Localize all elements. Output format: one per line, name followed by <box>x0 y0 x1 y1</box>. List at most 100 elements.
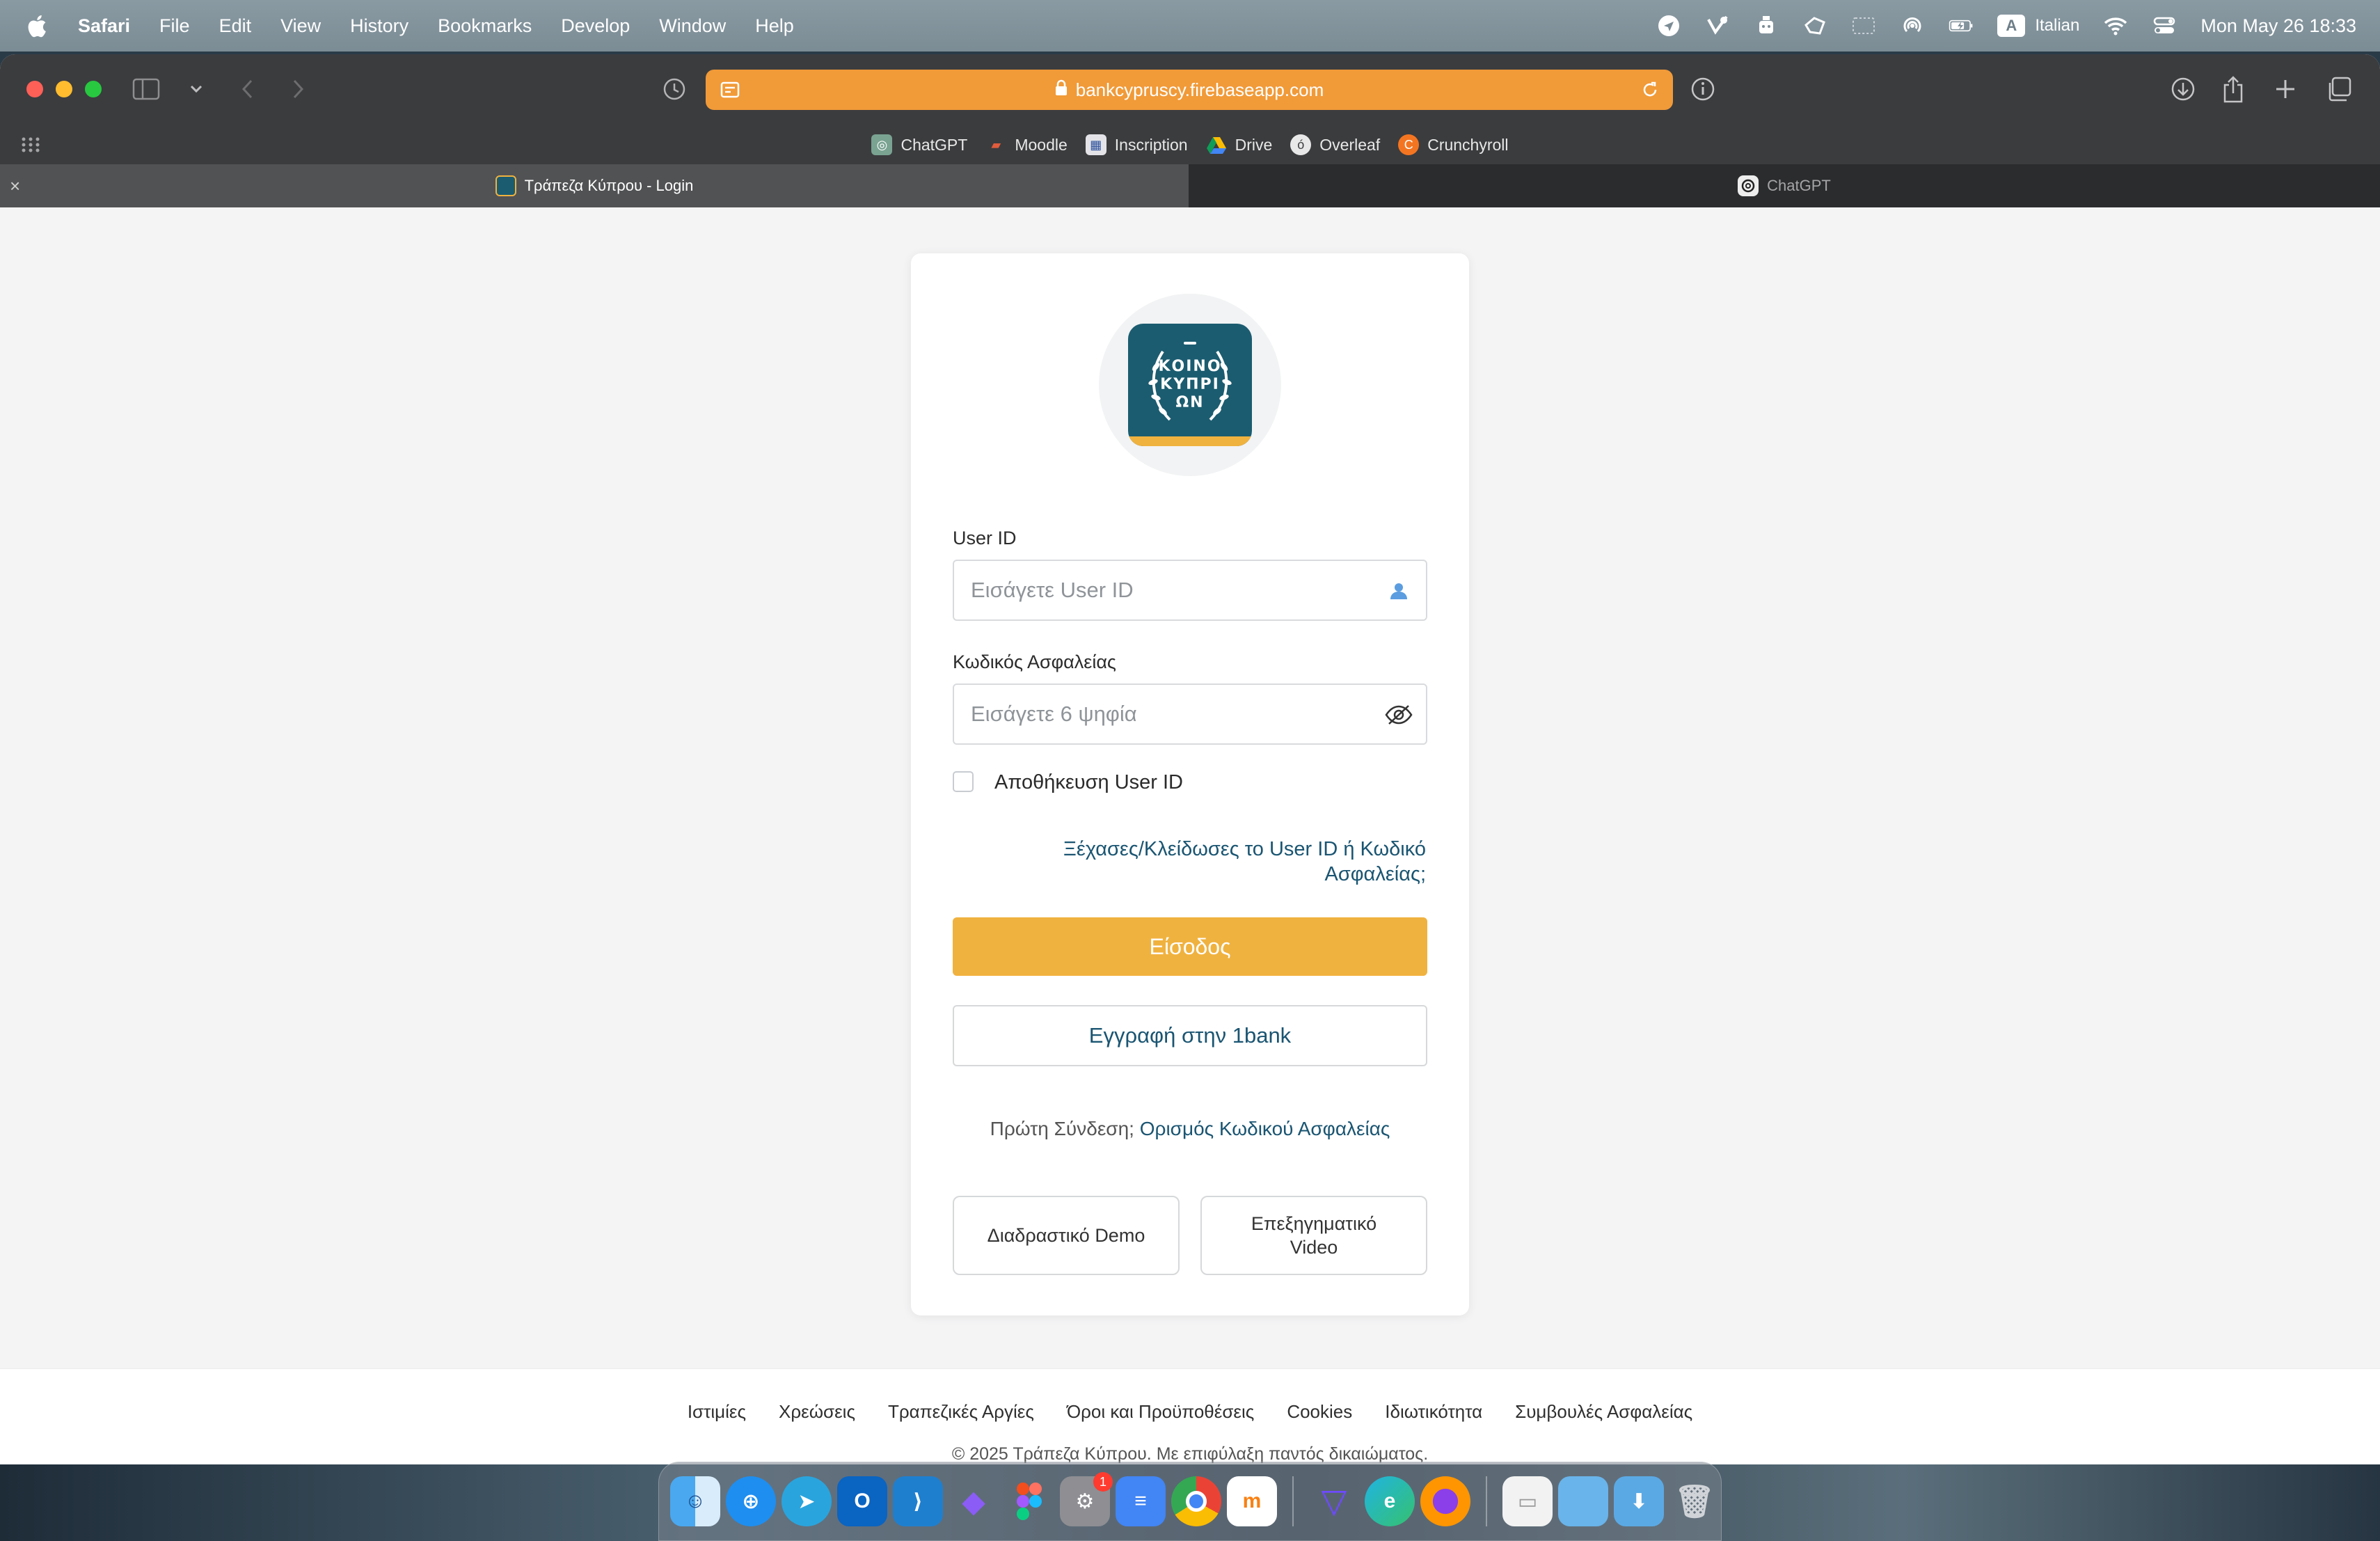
footer-link-bank-holidays[interactable]: Τραπεζικές Αργίες <box>888 1401 1034 1423</box>
battery-icon[interactable] <box>1949 13 1974 38</box>
tab-bar: × Τράπεζα Κύπρου - Login ChatGPT <box>0 164 2380 207</box>
wifi-icon[interactable] <box>2103 13 2128 38</box>
chevron-down-icon[interactable] <box>189 74 203 104</box>
tab-title: ChatGPT <box>1767 177 1831 194</box>
trash-icon[interactable]: 🗑 <box>1669 1476 1720 1526</box>
lock-icon <box>1055 79 1068 101</box>
close-tab-icon[interactable]: × <box>10 177 20 195</box>
safari-window: bankcypruscy.firebaseapp.com ◎ ChatGPT ▰… <box>0 54 2380 1464</box>
hand-icon[interactable] <box>1802 13 1827 38</box>
folder-icon[interactable] <box>1558 1476 1608 1526</box>
system-settings-icon[interactable]: ⚙ 1 <box>1060 1472 1113 1526</box>
menu-edit[interactable]: Edit <box>219 15 252 37</box>
chrome-icon[interactable] <box>1171 1476 1221 1526</box>
favorite-drive[interactable]: Drive <box>1206 134 1273 155</box>
footer-link-terms[interactable]: Όροι και Προϋποθέσεις <box>1067 1401 1254 1423</box>
minimize-window-button[interactable] <box>56 81 72 97</box>
menu-develop[interactable]: Develop <box>561 15 630 37</box>
interactive-demo-button[interactable]: Διαδραστικό Demo <box>953 1196 1180 1275</box>
login-button[interactable]: Είσοδος <box>953 917 1427 976</box>
robot-icon[interactable] <box>1754 13 1779 38</box>
moodle-app-icon[interactable]: m <box>1227 1476 1277 1526</box>
share-icon[interactable] <box>2221 74 2245 104</box>
footer-link-cookies[interactable]: Cookies <box>1287 1401 1352 1423</box>
set-security-code-link[interactable]: Ορισμός Κωδικού Ασφαλείας <box>1140 1118 1390 1139</box>
tab-chatgpt[interactable]: ChatGPT <box>1189 164 2380 207</box>
info-icon[interactable] <box>1690 74 1716 104</box>
menu-bookmarks[interactable]: Bookmarks <box>438 15 532 37</box>
safari-icon[interactable]: ⊕ <box>726 1476 776 1526</box>
vscode-icon[interactable]: ⟩ <box>893 1476 943 1526</box>
favorite-label: Moodle <box>1015 135 1068 154</box>
proton-vpn-icon[interactable]: ▽ <box>1309 1476 1359 1526</box>
grid-icon[interactable] <box>21 136 40 157</box>
menu-app-name[interactable]: Safari <box>78 15 130 37</box>
document-file-icon[interactable]: ▭ <box>1502 1476 1553 1526</box>
new-tab-plus-icon[interactable] <box>2274 74 2296 104</box>
fullscreen-window-button[interactable] <box>85 81 102 97</box>
menu-file[interactable]: File <box>159 15 190 37</box>
footer-link-privacy[interactable]: Ιδιωτικότητα <box>1385 1401 1482 1423</box>
tab-bank-login[interactable]: × Τράπεζα Κύπρου - Login <box>0 164 1189 207</box>
history-clock-icon[interactable] <box>661 74 688 104</box>
password-input[interactable] <box>954 702 1372 727</box>
finder-icon[interactable]: ☺ <box>670 1476 720 1526</box>
outlook-icon[interactable]: O <box>837 1476 887 1526</box>
remember-user-id-label[interactable]: Αποθήκευση User ID <box>994 771 1183 794</box>
user-id-field[interactable] <box>953 560 1427 621</box>
firefox-icon[interactable] <box>1420 1476 1470 1526</box>
page-footer: Ιστιμίες Χρεώσεις Τραπεζικές Αργίες Όροι… <box>0 1368 2380 1464</box>
favorite-moodle[interactable]: ▰ Moodle <box>985 134 1068 155</box>
forward-arrow-icon[interactable] <box>291 74 305 104</box>
dock-separator <box>1292 1476 1294 1526</box>
chatgpt-icon <box>1738 175 1759 196</box>
forgot-credentials-link[interactable]: Ξέχασες/Κλείδωσες το User ID ή Κωδικό Ασ… <box>994 837 1426 887</box>
apple-icon[interactable] <box>26 14 47 38</box>
browser-toolbar: bankcypruscy.firebaseapp.com <box>0 54 2380 125</box>
user-id-input[interactable] <box>954 578 1372 603</box>
control-center-icon[interactable] <box>2152 13 2177 38</box>
menubar-clock[interactable]: Mon May 26 18:33 <box>2200 15 2356 37</box>
footer-link-security-tips[interactable]: Συμβουλές Ασφαλείας <box>1515 1401 1692 1423</box>
menu-window[interactable]: Window <box>659 15 726 37</box>
location-arrow-icon[interactable] <box>1656 13 1681 38</box>
eye-slash-icon[interactable] <box>1384 700 1413 729</box>
telegram-icon[interactable]: ➤ <box>782 1476 832 1526</box>
favorite-chatgpt[interactable]: ◎ ChatGPT <box>871 134 967 155</box>
back-arrow-icon[interactable] <box>241 74 255 104</box>
favorite-label: Drive <box>1235 135 1273 154</box>
first-login-row: Πρώτη Σύνδεση; Ορισμός Κωδικού Ασφαλείας <box>911 1118 1469 1140</box>
window-outline-icon[interactable] <box>1851 13 1876 38</box>
bank-logo-emblem: ΚΟΙΝΟ ΚΥΠΡΙ ΩΝ <box>1128 324 1252 446</box>
explainer-video-button[interactable]: Επεξηγηματικό Video <box>1200 1196 1427 1275</box>
input-source-badge: A <box>1997 15 2026 37</box>
reload-icon[interactable] <box>1640 79 1660 105</box>
figma-icon[interactable] <box>1004 1476 1054 1526</box>
menu-help[interactable]: Help <box>755 15 794 37</box>
favorite-label: Overleaf <box>1319 135 1381 154</box>
favorite-inscription[interactable]: ▦ Inscription <box>1085 134 1188 155</box>
checkmark-shield-icon[interactable] <box>1705 13 1730 38</box>
tab-overview-icon[interactable] <box>2326 74 2352 104</box>
footer-link-rates[interactable]: Ιστιμίες <box>688 1401 746 1423</box>
sidebar-toggle-icon[interactable] <box>132 74 160 104</box>
downloads-folder-icon[interactable]: ⬇ <box>1614 1476 1664 1526</box>
favorite-crunchyroll[interactable]: C Crunchyroll <box>1398 134 1509 155</box>
menu-history[interactable]: History <box>350 15 408 37</box>
input-source-menu[interactable]: A Italian <box>1997 15 2079 37</box>
menu-bar: Safari File Edit View History Bookmarks … <box>0 0 2380 52</box>
register-button[interactable]: Εγγραφή στην 1bank <box>953 1005 1427 1066</box>
google-docs-icon[interactable]: ≡ <box>1116 1476 1166 1526</box>
menu-view[interactable]: View <box>280 15 321 37</box>
obsidian-icon[interactable]: ◆ <box>949 1476 999 1526</box>
close-window-button[interactable] <box>26 81 43 97</box>
footer-link-charges[interactable]: Χρεώσεις <box>779 1401 855 1423</box>
address-bar[interactable]: bankcypruscy.firebaseapp.com <box>706 70 1673 110</box>
downloads-icon[interactable] <box>2170 74 2196 104</box>
edge-icon[interactable]: e <box>1365 1476 1415 1526</box>
favorite-overleaf[interactable]: ó Overleaf <box>1290 134 1380 155</box>
page-menu-icon[interactable] <box>720 79 740 105</box>
password-field[interactable] <box>953 683 1427 745</box>
airdrop-icon[interactable] <box>1900 13 1925 38</box>
remember-user-id-checkbox[interactable] <box>953 771 974 792</box>
